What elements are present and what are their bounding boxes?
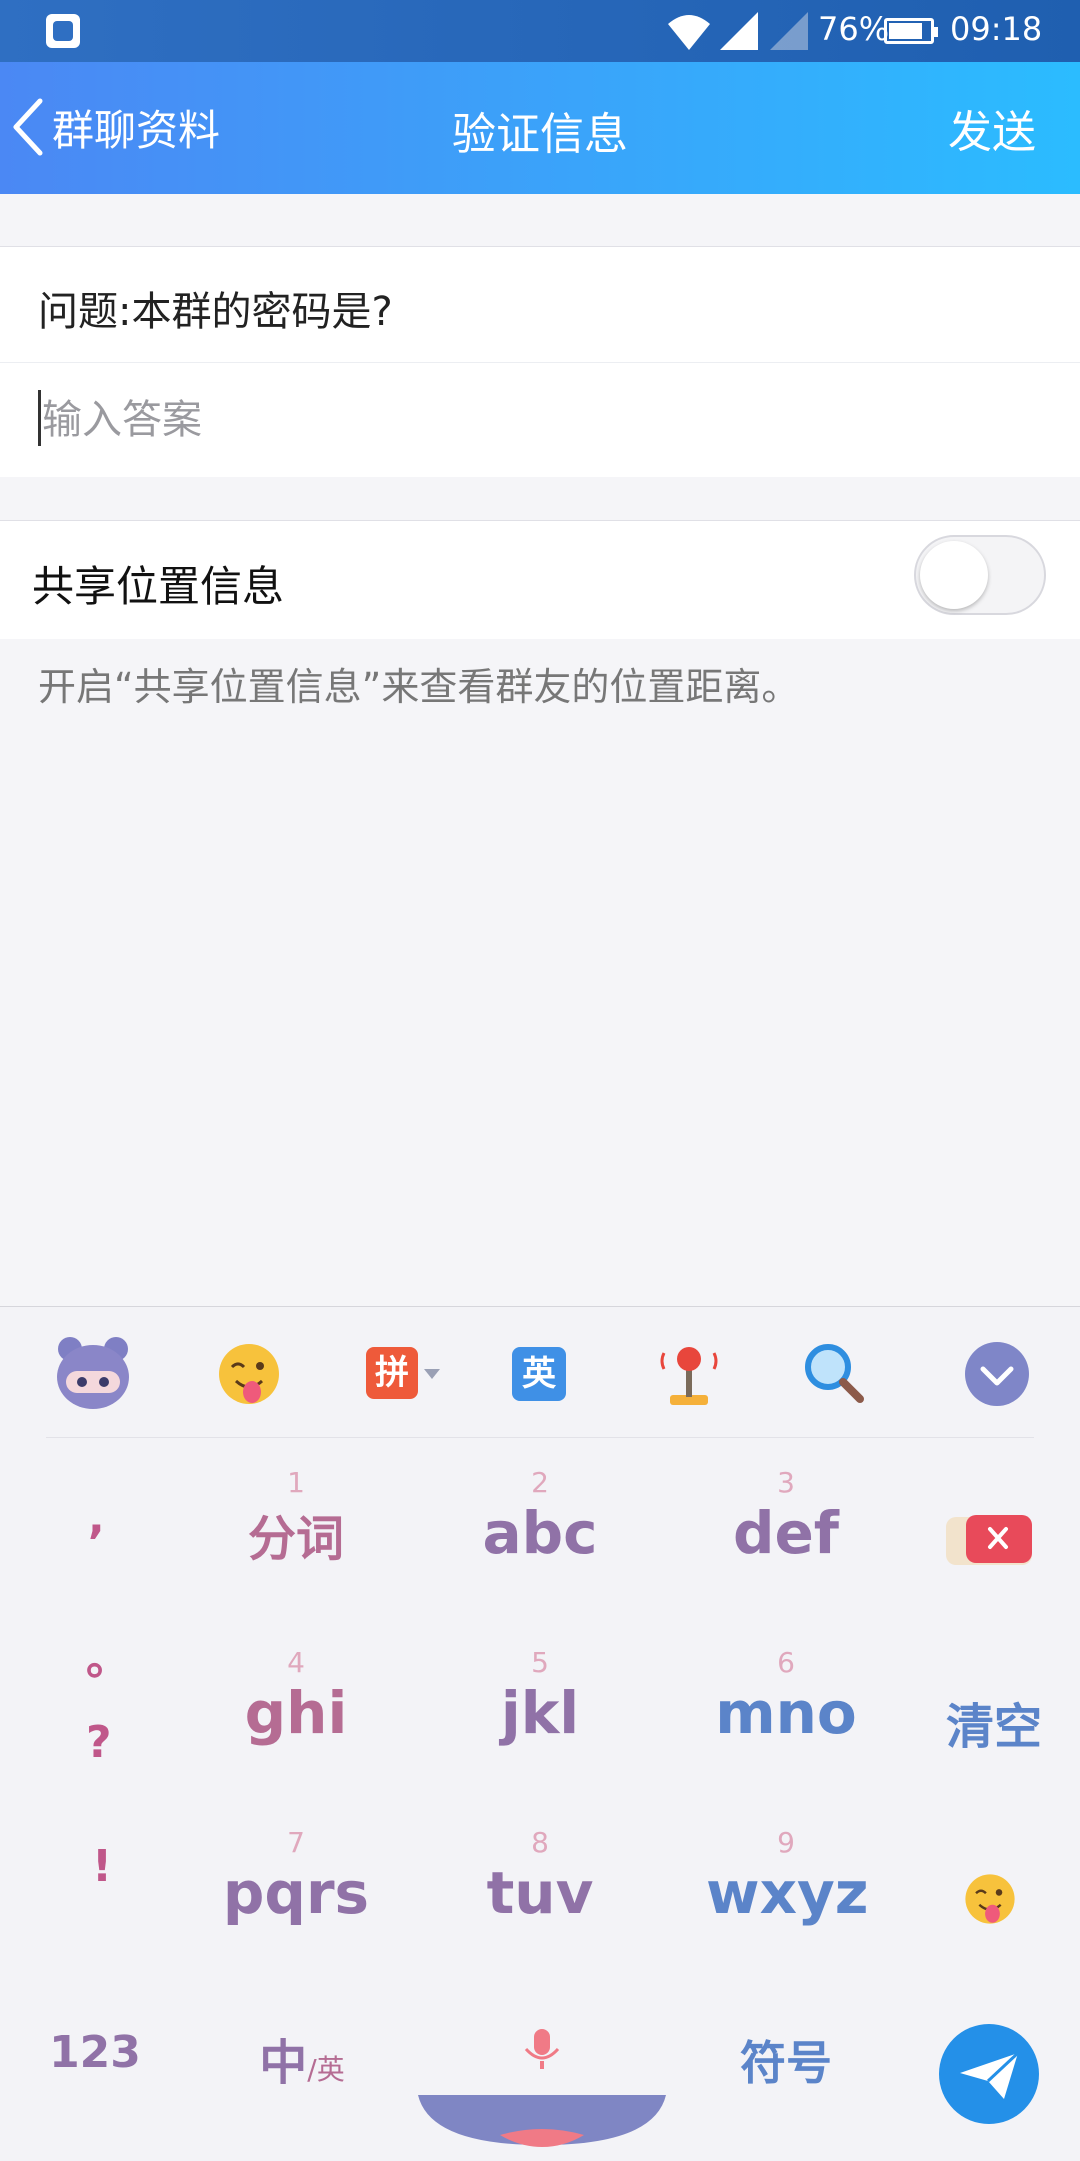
key-number: 1 bbox=[287, 1466, 305, 1499]
key-label: wxyz bbox=[706, 1859, 869, 1927]
symbol-key-label: 符号 bbox=[740, 2036, 832, 2090]
share-location-row: 共享位置信息 bbox=[0, 520, 1080, 639]
keyboard-toolbar: 拼 英 bbox=[0, 1307, 1080, 1437]
key-9-wxyz[interactable]: 9 wxyz bbox=[706, 1826, 869, 1928]
share-location-toggle[interactable] bbox=[914, 535, 1046, 615]
key-6-mno[interactable]: 6 mno bbox=[706, 1646, 866, 1748]
clear-key[interactable]: 清空 bbox=[934, 1687, 1054, 1757]
clear-label: 清空 bbox=[945, 1699, 1042, 1755]
english-icon[interactable]: 英 bbox=[512, 1335, 590, 1413]
key-number: 4 bbox=[287, 1646, 305, 1679]
key-8-tuv[interactable]: 8 tuv bbox=[460, 1826, 620, 1928]
app-notification-icon bbox=[46, 14, 80, 48]
key-1-segment[interactable]: 1 分词 bbox=[216, 1467, 376, 1569]
backspace-icon[interactable] bbox=[944, 1513, 1034, 1569]
collapse-keyboard-icon[interactable] bbox=[958, 1335, 1036, 1413]
num-key-label: 123 bbox=[49, 2027, 141, 2078]
key-label: jkl bbox=[500, 1679, 580, 1747]
search-icon[interactable] bbox=[796, 1335, 874, 1413]
num-key[interactable]: 123 bbox=[40, 2027, 150, 2078]
battery-icon bbox=[884, 18, 938, 44]
send-button[interactable]: 发送 bbox=[948, 96, 1036, 160]
punct-key-exclaim[interactable]: ! bbox=[92, 1841, 112, 1892]
symbol-key[interactable]: 符号 bbox=[716, 2027, 856, 2093]
signal-icon bbox=[720, 12, 758, 50]
punct-key-question[interactable]: ? bbox=[86, 1717, 112, 1768]
page-title: 验证信息 bbox=[452, 109, 628, 160]
question-text: 问题:本群的密码是? bbox=[38, 289, 393, 335]
key-number: 9 bbox=[777, 1826, 795, 1859]
divider bbox=[0, 362, 1080, 363]
clock: 09:18 bbox=[950, 10, 1043, 48]
key-number: 5 bbox=[531, 1646, 549, 1679]
key-label: mno bbox=[715, 1679, 857, 1747]
key-3-def[interactable]: 3 def bbox=[706, 1466, 866, 1568]
answer-input[interactable] bbox=[40, 384, 1004, 456]
space-voice-key[interactable] bbox=[414, 2017, 670, 2151]
key-number: 8 bbox=[531, 1826, 549, 1859]
key-label: pqrs bbox=[222, 1859, 370, 1927]
emoji-icon[interactable] bbox=[210, 1335, 288, 1413]
answer-field[interactable] bbox=[38, 384, 1018, 456]
key-label: 分词 bbox=[247, 1511, 344, 1567]
key-number: 3 bbox=[777, 1466, 795, 1499]
emoji-key-icon[interactable] bbox=[958, 1867, 1022, 1931]
dropdown-caret-icon bbox=[424, 1369, 440, 1379]
toggle-knob bbox=[920, 541, 988, 609]
signal-icon bbox=[770, 12, 808, 50]
share-location-label: 共享位置信息 bbox=[32, 562, 285, 611]
key-5-jkl[interactable]: 5 jkl bbox=[460, 1646, 620, 1748]
key-label: tuv bbox=[486, 1859, 594, 1927]
mascot-icon[interactable] bbox=[54, 1335, 132, 1413]
pinyin-icon[interactable]: 拼 bbox=[362, 1335, 440, 1413]
send-arrow-icon[interactable] bbox=[938, 2023, 1040, 2125]
pinyin-label: 拼 bbox=[366, 1347, 418, 1399]
verification-card: 问题:本群的密码是? bbox=[0, 246, 1080, 477]
english-label: 英 bbox=[512, 1347, 566, 1401]
title-bar: 群聊资料 验证信息 发送 bbox=[0, 62, 1080, 194]
lang-key-sub: /英 bbox=[307, 2053, 345, 2086]
lang-key-main: 中 bbox=[259, 2035, 308, 2091]
main-content: 问题:本群的密码是? 共享位置信息 开启“共享位置信息”来查看群友的位置距离。 bbox=[0, 194, 1080, 1306]
key-number: 7 bbox=[287, 1826, 305, 1859]
key-7-pqrs[interactable]: 7 pqrs bbox=[216, 1826, 376, 1928]
key-label: abc bbox=[482, 1499, 598, 1567]
wifi-icon bbox=[668, 15, 710, 50]
key-number: 2 bbox=[531, 1466, 549, 1499]
keyboard-divider bbox=[46, 1437, 1034, 1438]
punct-key-comma[interactable]: , bbox=[88, 1493, 105, 1544]
joystick-icon[interactable] bbox=[650, 1335, 728, 1413]
key-2-abc[interactable]: 2 abc bbox=[460, 1466, 620, 1568]
lang-switch-key[interactable]: 中/英 bbox=[232, 2023, 372, 2093]
status-bar: 76% 09:18 bbox=[0, 0, 1080, 62]
key-4-ghi[interactable]: 4 ghi bbox=[216, 1646, 376, 1748]
battery-percentage: 76% bbox=[818, 10, 890, 48]
share-location-hint: 开启“共享位置信息”来查看群友的位置距离。 bbox=[38, 665, 800, 709]
key-number: 6 bbox=[777, 1646, 795, 1679]
punct-key-period[interactable]: 。 bbox=[86, 1623, 130, 1687]
key-label: def bbox=[732, 1499, 840, 1567]
battery-fill bbox=[889, 23, 923, 39]
key-label: ghi bbox=[244, 1679, 348, 1747]
keyboard: 拼 英 , 。 ? ! 1 分词 2 abc 3 def 4 ghi 5 jkl… bbox=[0, 1306, 1080, 2161]
